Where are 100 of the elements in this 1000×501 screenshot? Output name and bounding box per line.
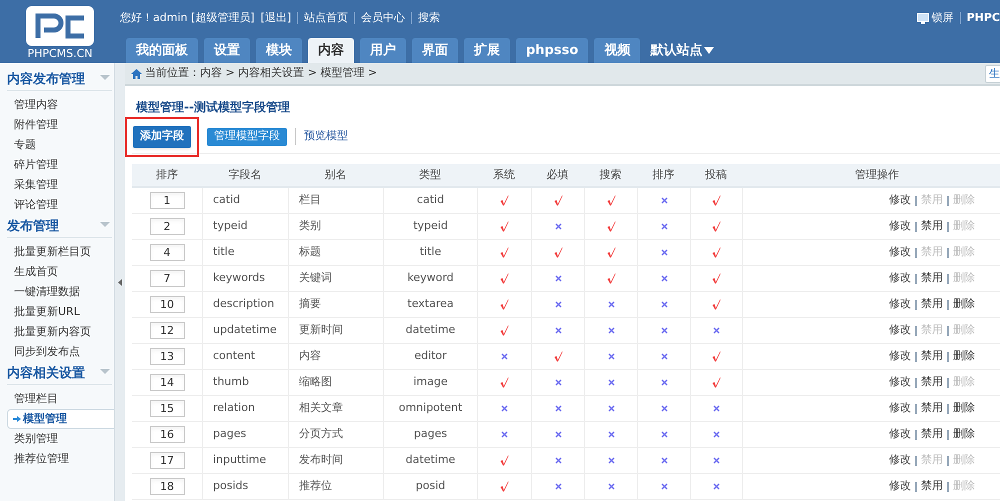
table-cell: 发布时间: [288, 448, 383, 473]
order-input[interactable]: 2: [150, 218, 184, 235]
delete-link[interactable]: 删除: [953, 426, 975, 443]
header-link[interactable]: [退出]: [260, 10, 292, 26]
sidebar-item[interactable]: 碎片管理: [7, 155, 114, 175]
sidebar-item[interactable]: 一键清理数据: [7, 282, 114, 302]
lock-screen-link[interactable]: 锁屏: [916, 10, 954, 26]
order-input[interactable]: 16: [150, 426, 184, 443]
sidebar-item[interactable]: 生成首页: [7, 262, 114, 282]
nav-tab[interactable]: 设置: [204, 38, 250, 63]
order-input[interactable]: 18: [150, 478, 184, 495]
nav-tab[interactable]: phpsso: [516, 38, 588, 63]
sidebar-item[interactable]: 推荐位管理: [7, 449, 114, 469]
table-cell: 栏目: [288, 188, 383, 213]
table-cell: 内容: [288, 344, 383, 369]
delete-link[interactable]: 删除: [953, 296, 975, 313]
table-cell: title: [202, 240, 288, 265]
section-title: 内容相关设置: [7, 364, 85, 383]
order-input[interactable]: 1: [150, 192, 184, 209]
table-cell: 缩略图: [288, 370, 383, 395]
edit-link[interactable]: 修改: [889, 348, 911, 365]
edit-link[interactable]: 修改: [889, 452, 911, 469]
sidebar-item[interactable]: 采集管理: [7, 175, 114, 195]
disable-link[interactable]: 禁用: [921, 270, 943, 287]
sidebar-item[interactable]: 专题: [7, 135, 114, 155]
table-cell: title: [383, 240, 477, 265]
site-dropdown[interactable]: 默认站点: [646, 38, 718, 63]
order-input[interactable]: 7: [150, 270, 184, 287]
edit-link[interactable]: 修改: [889, 374, 911, 391]
order-input[interactable]: 17: [150, 452, 184, 469]
column-header: 类型: [418, 166, 442, 183]
delete-link[interactable]: 删除: [953, 400, 975, 417]
sidebar-item[interactable]: 同步到发布点: [7, 342, 114, 362]
action-button[interactable]: 添加字段: [133, 126, 191, 148]
disable-link[interactable]: 禁用: [921, 374, 943, 391]
nav-tab[interactable]: 视频: [594, 38, 640, 63]
nav-tab[interactable]: 我的面板: [126, 38, 198, 63]
edit-link[interactable]: 修改: [889, 478, 911, 495]
table-cell: 推荐位: [288, 474, 383, 499]
logo-text: PHPCMS.CN: [27, 47, 93, 61]
nav-tab[interactable]: 内容: [308, 38, 354, 63]
nav-tab[interactable]: 用户: [360, 38, 406, 63]
edit-link[interactable]: 修改: [889, 322, 911, 339]
nav-tab[interactable]: 扩展: [464, 38, 510, 63]
sidebar-item[interactable]: 批量更新内容页: [7, 322, 114, 342]
column-header: 系统: [492, 166, 516, 183]
sidebar-item[interactable]: 批量更新栏目页: [7, 242, 114, 262]
table-cell: 类别: [288, 214, 383, 239]
edit-link[interactable]: 修改: [889, 400, 911, 417]
edit-link[interactable]: 修改: [889, 218, 911, 235]
sidebar-item[interactable]: 管理栏目: [7, 389, 114, 409]
sidebar-item[interactable]: 管理内容: [7, 95, 114, 115]
order-input[interactable]: 10: [150, 296, 184, 313]
header-link[interactable]: 会员中心: [361, 10, 406, 26]
table-cell: pages: [202, 422, 288, 447]
edit-link[interactable]: 修改: [889, 192, 911, 209]
preview-link[interactable]: 预览模型: [295, 128, 348, 145]
table-cell: updatetime: [202, 318, 288, 343]
sidebar-item[interactable]: 模型管理: [7, 409, 115, 429]
sidebar-item[interactable]: 评论管理: [7, 195, 114, 215]
disable-link[interactable]: 禁用: [921, 296, 943, 313]
sidebar-item[interactable]: 类别管理: [7, 429, 114, 449]
sidebar-section-header[interactable]: 内容发布管理: [7, 69, 112, 91]
edit-link[interactable]: 修改: [889, 426, 911, 443]
sidebar-section-header[interactable]: 内容相关设置: [7, 363, 112, 385]
action-button[interactable]: 管理模型字段: [207, 128, 287, 146]
nav-tab[interactable]: 模块: [256, 38, 302, 63]
order-input[interactable]: 13: [150, 348, 184, 365]
sidebar-item[interactable]: 附件管理: [7, 115, 114, 135]
sidebar-item[interactable]: 批量更新URL: [7, 302, 114, 322]
table-cell: keyword: [383, 266, 477, 291]
disable-link[interactable]: 禁用: [921, 348, 943, 365]
disable-link[interactable]: 禁用: [921, 400, 943, 417]
table-cell: datetime: [383, 318, 477, 343]
sidebar-section-header[interactable]: 发布管理: [7, 216, 112, 238]
order-input[interactable]: 12: [150, 322, 184, 339]
nav-tab[interactable]: 界面: [412, 38, 458, 63]
table-cell: image: [383, 370, 477, 395]
page-title: 模型管理--测试模型字段管理: [136, 99, 290, 116]
disable-link[interactable]: 禁用: [921, 218, 943, 235]
edit-link[interactable]: 修改: [889, 296, 911, 313]
header-link[interactable]: 站点首页: [304, 10, 348, 26]
disable-link[interactable]: 禁用: [921, 478, 943, 495]
table-cell: posids: [202, 474, 288, 499]
order-input[interactable]: 15: [150, 400, 184, 417]
header-link[interactable]: 搜索: [418, 10, 440, 26]
disable-link[interactable]: 禁用: [921, 426, 943, 443]
order-input[interactable]: 4: [150, 244, 184, 261]
section-title: 内容发布管理: [7, 70, 85, 89]
delete-link[interactable]: 删除: [953, 348, 975, 365]
generate-button[interactable]: 生: [985, 64, 1000, 82]
edit-link[interactable]: 修改: [889, 270, 911, 287]
table-cell: posid: [383, 474, 477, 499]
table-cell: typeid: [383, 214, 477, 239]
edit-link[interactable]: 修改: [889, 244, 911, 261]
brand-text: PHPC: [966, 10, 1000, 26]
order-input[interactable]: 14: [150, 374, 184, 391]
column-header: 别名: [324, 166, 348, 183]
table-cell: pages: [383, 422, 477, 447]
column-header: 字段名: [228, 166, 262, 183]
